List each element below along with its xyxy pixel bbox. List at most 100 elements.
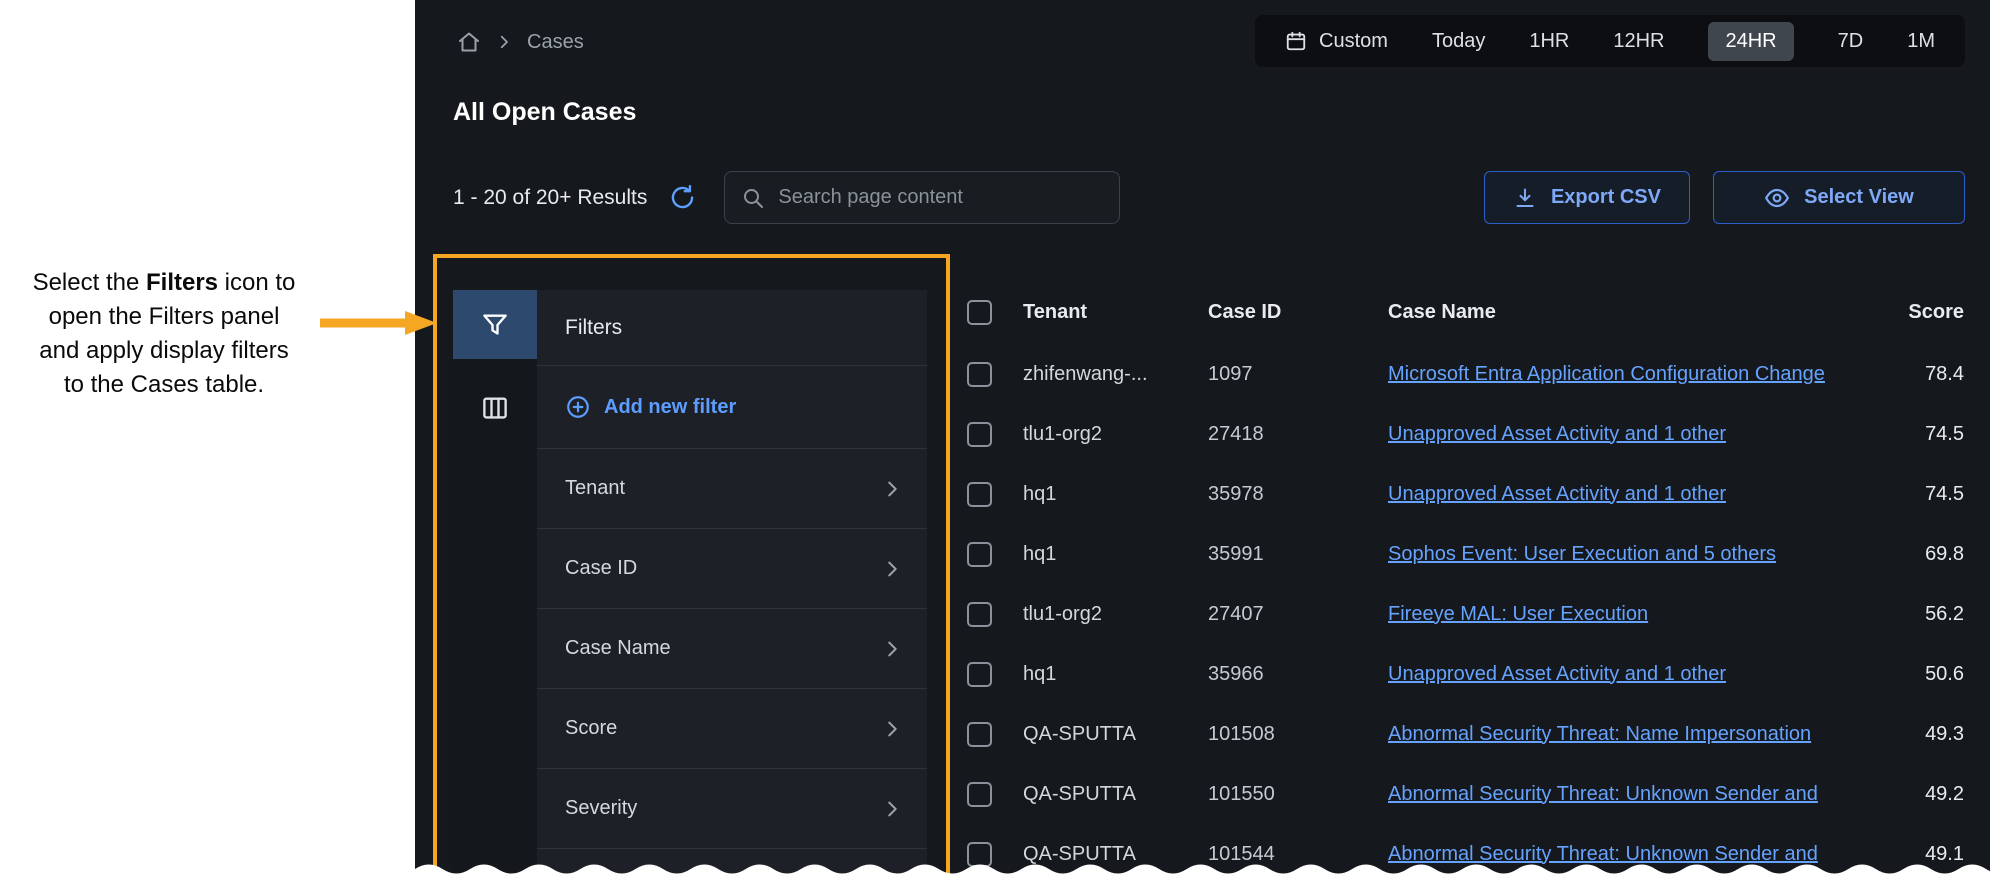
filters-panel-body: Filters Add new filter Tenant Case ID [537, 290, 927, 883]
score-cell: 49.1 [1886, 843, 1970, 866]
case-name-link[interactable]: Unapproved Asset Activity and 1 other [1388, 423, 1726, 445]
funnel-icon [480, 310, 510, 340]
add-new-filter-label: Add new filter [604, 396, 736, 419]
row-checkbox[interactable] [967, 362, 992, 387]
row-checkbox[interactable] [967, 662, 992, 687]
filter-item-tenant[interactable]: Tenant [537, 449, 927, 529]
tenant-cell: QA-SPUTTA [1023, 843, 1208, 866]
filter-item-score[interactable]: Score [537, 689, 927, 769]
filter-item-case-id[interactable]: Case ID [537, 529, 927, 609]
case-name-link[interactable]: Abnormal Security Threat: Unknown Sender… [1388, 783, 1818, 805]
tenant-cell: QA-SPUTTA [1023, 783, 1208, 806]
chevron-right-icon [881, 478, 903, 500]
search-icon [741, 186, 765, 210]
case-name-link[interactable]: Unapproved Asset Activity and 1 other [1388, 663, 1726, 685]
table-row: QA-SPUTTA 101550 Abnormal Security Threa… [955, 764, 1970, 824]
case-name-link[interactable]: Microsoft Entra Application Configuratio… [1388, 363, 1825, 385]
row-checkbox[interactable] [967, 482, 992, 507]
chevron-right-icon [881, 638, 903, 660]
filter-item-label: Score [565, 717, 617, 740]
columns-icon [480, 393, 510, 423]
cases-table: Tenant Case ID Case Name Score zhifenwan… [955, 288, 1970, 884]
annotation-arrow [320, 308, 438, 338]
filters-icon-button[interactable] [453, 290, 537, 359]
row-checkbox[interactable] [967, 842, 992, 867]
refresh-icon[interactable] [669, 184, 696, 211]
case-name-link[interactable]: Abnormal Security Threat: Unknown Sender… [1388, 843, 1818, 865]
score-cell: 78.4 [1886, 363, 1970, 386]
download-icon [1513, 186, 1537, 210]
case-id-cell: 101544 [1208, 843, 1388, 866]
case-name-link[interactable]: Abnormal Security Threat: Name Impersona… [1388, 723, 1811, 745]
row-checkbox[interactable] [967, 542, 992, 567]
score-cell: 69.8 [1886, 543, 1970, 566]
time-option-7d[interactable]: 7D [1838, 30, 1864, 53]
case-name-link[interactable]: Fireeye MAL: User Execution [1388, 603, 1648, 625]
panel-icon-rail [453, 290, 537, 883]
select-all-checkbox[interactable] [967, 300, 992, 325]
export-csv-label: Export CSV [1551, 186, 1661, 209]
calendar-icon [1285, 30, 1307, 52]
annotation-line1-pre: Select the [33, 269, 146, 296]
col-header-score: Score [1886, 301, 1970, 324]
tenant-cell: hq1 [1023, 483, 1208, 506]
tenant-cell: zhifenwang-... [1023, 363, 1208, 386]
tenant-cell: hq1 [1023, 543, 1208, 566]
breadcrumb-cases[interactable]: Cases [527, 31, 584, 54]
row-checkbox[interactable] [967, 422, 992, 447]
case-id-cell: 27418 [1208, 423, 1388, 446]
col-header-case-id: Case ID [1208, 301, 1388, 324]
score-cell: 49.3 [1886, 723, 1970, 746]
export-csv-button[interactable]: Export CSV [1484, 171, 1690, 224]
annotation-bold-filters: Filters [146, 269, 218, 296]
annotation-line3: and apply display filters [6, 334, 322, 368]
filter-item-case-name[interactable]: Case Name [537, 609, 927, 689]
annotation-line4: to the Cases table. [6, 368, 322, 402]
tenant-cell: QA-SPUTTA [1023, 723, 1208, 746]
annotation-line1-post: icon to [218, 269, 295, 296]
row-checkbox[interactable] [967, 782, 992, 807]
table-row: hq1 35991 Sophos Event: User Execution a… [955, 524, 1970, 584]
filter-item-label: Case Name [565, 637, 671, 660]
search-input[interactable] [778, 186, 1103, 209]
select-view-button[interactable]: Select View [1713, 171, 1965, 224]
app-window: Cases Custom Today 1HR 12HR 24HR 7D 1M A… [415, 0, 1990, 883]
time-option-1hr[interactable]: 1HR [1529, 30, 1569, 53]
score-cell: 56.2 [1886, 603, 1970, 626]
case-name-link[interactable]: Sophos Event: User Execution and 5 other… [1388, 543, 1776, 565]
case-id-cell: 1097 [1208, 363, 1388, 386]
table-row: hq1 35978 Unapproved Asset Activity and … [955, 464, 1970, 524]
table-header-row: Tenant Case ID Case Name Score [955, 288, 1970, 336]
filter-item-label: Severity [565, 797, 637, 820]
tenant-cell: tlu1-org2 [1023, 603, 1208, 626]
col-header-tenant: Tenant [1023, 301, 1208, 324]
filter-item-severity[interactable]: Severity [537, 769, 927, 849]
add-new-filter-button[interactable]: Add new filter [537, 366, 927, 449]
row-checkbox[interactable] [967, 722, 992, 747]
table-row: hq1 35966 Unapproved Asset Activity and … [955, 644, 1970, 704]
filters-panel: Filters Add new filter Tenant Case ID [453, 290, 927, 883]
case-id-cell: 35966 [1208, 663, 1388, 686]
time-option-custom[interactable]: Custom [1285, 30, 1388, 53]
home-icon[interactable] [457, 30, 481, 54]
select-view-label: Select View [1804, 186, 1914, 209]
score-cell: 74.5 [1886, 483, 1970, 506]
case-name-link[interactable]: Unapproved Asset Activity and 1 other [1388, 483, 1726, 505]
case-id-cell: 35978 [1208, 483, 1388, 506]
filters-panel-title: Filters [537, 290, 927, 366]
breadcrumb: Cases [457, 26, 584, 58]
chevron-right-icon [881, 718, 903, 740]
time-option-1m[interactable]: 1M [1907, 30, 1935, 53]
table-row: tlu1-org2 27418 Unapproved Asset Activit… [955, 404, 1970, 464]
search-box [724, 171, 1120, 224]
case-id-cell: 101550 [1208, 783, 1388, 806]
columns-icon-button[interactable] [453, 374, 537, 442]
tenant-cell: hq1 [1023, 663, 1208, 686]
tenant-cell: tlu1-org2 [1023, 423, 1208, 446]
score-cell: 50.6 [1886, 663, 1970, 686]
table-row: tlu1-org2 27407 Fireeye MAL: User Execut… [955, 584, 1970, 644]
time-option-24hr[interactable]: 24HR [1708, 22, 1793, 61]
row-checkbox[interactable] [967, 602, 992, 627]
time-option-12hr[interactable]: 12HR [1613, 30, 1664, 53]
time-option-today[interactable]: Today [1432, 30, 1485, 53]
